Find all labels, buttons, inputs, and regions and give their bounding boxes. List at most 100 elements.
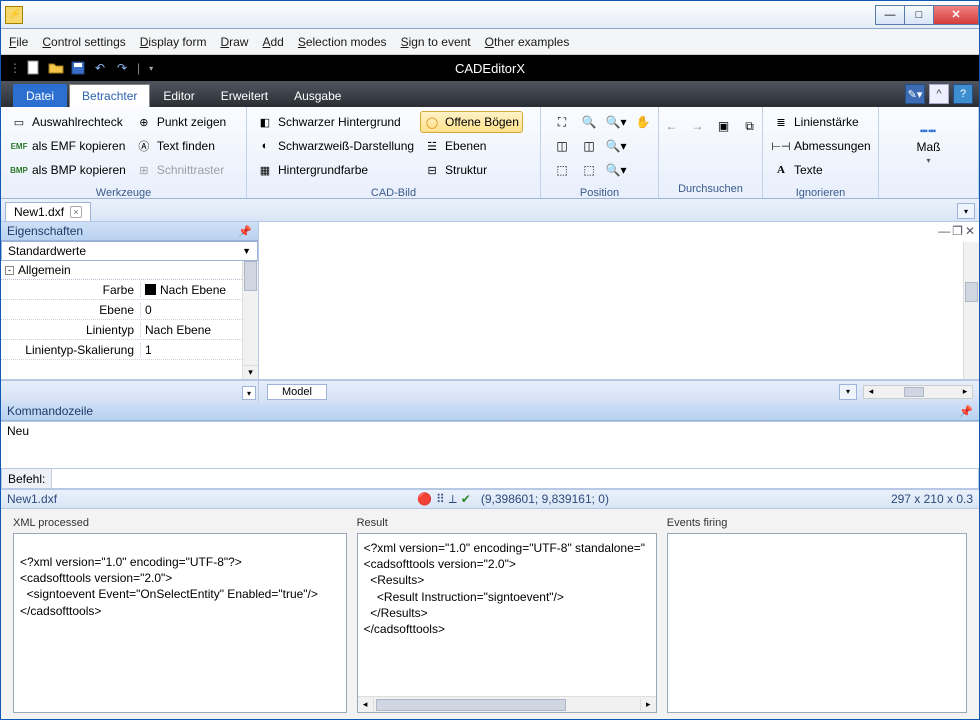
layers-icon: ☱	[424, 138, 440, 154]
nav-fwd-icon[interactable]: →	[687, 115, 709, 137]
measure-label: Maß	[917, 140, 941, 154]
find-text-icon: Ⓐ	[136, 138, 152, 154]
help-icon[interactable]: ?	[953, 84, 973, 104]
tool-copy-emf[interactable]: EMFals EMF kopieren	[7, 135, 130, 157]
tool-selection-rect[interactable]: ▭Auswahlrechteck	[7, 111, 130, 133]
tool-find-text[interactable]: ⒶText finden	[132, 135, 230, 157]
layout-scrollbar[interactable]: ◂▸	[863, 385, 973, 399]
group-label-mass	[879, 181, 978, 198]
tool-line-weight[interactable]: ≣Linienstärke	[769, 111, 875, 133]
menu-control-settings[interactable]: Control settings	[42, 35, 125, 49]
ribbon-tab-erweitert[interactable]: Erweitert	[208, 84, 281, 107]
xml-processed-box[interactable]: <?xml version="1.0" encoding="UTF-8"?> <…	[13, 533, 347, 713]
properties-scrollbar[interactable]: ▾	[242, 261, 258, 379]
property-row[interactable]: Ebene0	[1, 300, 242, 320]
tool-bw[interactable]: ◐Schwarzweiß-Darstellung	[253, 135, 418, 157]
property-section[interactable]: -Allgemein	[1, 261, 242, 280]
canvas-restore-icon[interactable]: ❐	[952, 224, 963, 238]
ribbon-tab-editor[interactable]: Editor	[150, 84, 207, 107]
tool-bg-color[interactable]: ▦Hintergrundfarbe	[253, 159, 418, 181]
canvas-min-icon[interactable]: —	[938, 224, 950, 238]
tool-structure[interactable]: ⊟Struktur	[420, 159, 523, 181]
close-file-icon[interactable]: ×	[70, 206, 82, 218]
style-icon[interactable]: ✎▾	[905, 84, 925, 104]
menu-selection-modes[interactable]: Selection modes	[298, 35, 387, 49]
maximize-button[interactable]: □	[904, 5, 934, 25]
status-icon-2[interactable]: ⠿	[436, 492, 445, 507]
result-scrollbar[interactable]: ◂▸	[358, 696, 656, 712]
commandline-input[interactable]	[52, 469, 978, 488]
zoom-reset-icon[interactable]: 🔍▾	[605, 159, 627, 181]
undo-icon[interactable]: ↶	[91, 59, 109, 77]
props-dropdown-icon[interactable]: ▾	[242, 386, 256, 400]
layout-dropdown-icon[interactable]: ▾	[839, 384, 857, 400]
view3-icon[interactable]: ⬚	[551, 159, 573, 181]
property-row[interactable]: FarbeNach Ebene	[1, 280, 242, 300]
status-icon-1[interactable]: 🔴	[417, 492, 432, 507]
tool-snap-grid[interactable]: ⊞Schnittraster	[132, 159, 230, 181]
minimize-button[interactable]: —	[875, 5, 905, 25]
property-row[interactable]: Linientyp-Skalierung1	[1, 340, 242, 360]
menu-display-form[interactable]: Display form	[140, 35, 207, 49]
view4-icon[interactable]: ⬚	[578, 159, 600, 181]
redo-icon[interactable]: ↷	[113, 59, 131, 77]
canvas-close-icon[interactable]: ✕	[965, 224, 975, 238]
menu-draw[interactable]: Draw	[220, 35, 248, 49]
menu-other-examples[interactable]: Other examples	[485, 35, 570, 49]
bmp-icon: BMP	[11, 162, 27, 178]
property-row[interactable]: LinientypNach Ebene	[1, 320, 242, 340]
pan-icon[interactable]: ✋	[632, 111, 654, 133]
quick-access-bar: ⋮ ↶ ↷ | ▾ CADEditorX	[1, 55, 979, 81]
dimension-icon: ⊢⊣	[773, 138, 789, 154]
pin-icon[interactable]: 📌	[238, 225, 252, 238]
emf-icon: EMF	[11, 138, 27, 154]
ribbon-tab-file[interactable]: Datei	[13, 84, 67, 107]
drawing-canvas[interactable]: — ❐ ✕	[259, 222, 979, 379]
canvas-scrollbar[interactable]	[963, 242, 979, 379]
result-label: Result	[357, 517, 657, 529]
menu-file[interactable]: File	[9, 35, 28, 49]
status-icon-3[interactable]: ⟂	[449, 492, 457, 507]
minimize-ribbon-icon[interactable]: ^	[929, 84, 949, 104]
group-label-durchsuchen: Durchsuchen	[659, 181, 762, 198]
ribbon-tab-ausgabe[interactable]: Ausgabe	[281, 84, 354, 107]
nav-export-icon[interactable]: ▣	[713, 115, 735, 137]
file-tab[interactable]: New1.dxf ×	[5, 202, 91, 221]
measure-button[interactable]: ┅┅ Maß ▾	[907, 111, 951, 177]
events-box[interactable]	[667, 533, 967, 713]
tabs-dropdown-icon[interactable]: ▾	[957, 203, 975, 219]
pin-icon[interactable]: 📌	[959, 405, 973, 418]
document-tabs: New1.dxf × ▾	[1, 199, 979, 222]
close-button[interactable]: ✕	[933, 5, 979, 25]
bottom-panels: XML processed <?xml version="1.0" encodi…	[1, 509, 979, 719]
app-icon: ⚡	[5, 6, 23, 24]
save-icon[interactable]	[69, 59, 87, 77]
model-tab[interactable]: Model	[267, 384, 327, 400]
status-icon-4[interactable]: ✔	[461, 492, 471, 507]
menu-add[interactable]: Add	[262, 35, 283, 49]
view1-icon[interactable]: ◫	[551, 135, 573, 157]
qat-dropdown-icon[interactable]: ▾	[142, 59, 160, 77]
nav-back-icon[interactable]: ←	[661, 115, 683, 137]
new-icon[interactable]	[25, 59, 43, 77]
properties-header: Eigenschaften 📌	[1, 222, 258, 241]
open-icon[interactable]	[47, 59, 65, 77]
tool-open-arcs[interactable]: ◯Offene Bögen	[420, 111, 523, 133]
zoom-out-icon[interactable]: 🔍▾	[605, 135, 627, 157]
nav-copy-icon[interactable]: ⧉	[739, 115, 761, 137]
result-box[interactable]: <?xml version="1.0" encoding="UTF-8" sta…	[357, 533, 657, 713]
zoom-in-icon[interactable]: 🔍	[578, 111, 600, 133]
tool-layers[interactable]: ☱Ebenen	[420, 135, 523, 157]
status-filename: New1.dxf	[7, 492, 57, 506]
tool-copy-bmp[interactable]: BMPals BMP kopieren	[7, 159, 130, 181]
tool-show-point[interactable]: ⊕Punkt zeigen	[132, 111, 230, 133]
view2-icon[interactable]: ◫	[578, 135, 600, 157]
tool-texts[interactable]: ATexte	[769, 159, 875, 181]
properties-type-dropdown[interactable]: Standardwerte▼	[1, 241, 258, 261]
tool-dimensions[interactable]: ⊢⊣Abmessungen	[769, 135, 875, 157]
zoom-menu-icon[interactable]: 🔍▾	[605, 111, 627, 133]
ribbon-tab-betrachter[interactable]: Betrachter	[69, 84, 150, 107]
tool-black-bg[interactable]: ◧Schwarzer Hintergrund	[253, 111, 418, 133]
fit-icon[interactable]: ⛶	[551, 111, 573, 133]
menu-sign-to-event[interactable]: Sign to event	[401, 35, 471, 49]
